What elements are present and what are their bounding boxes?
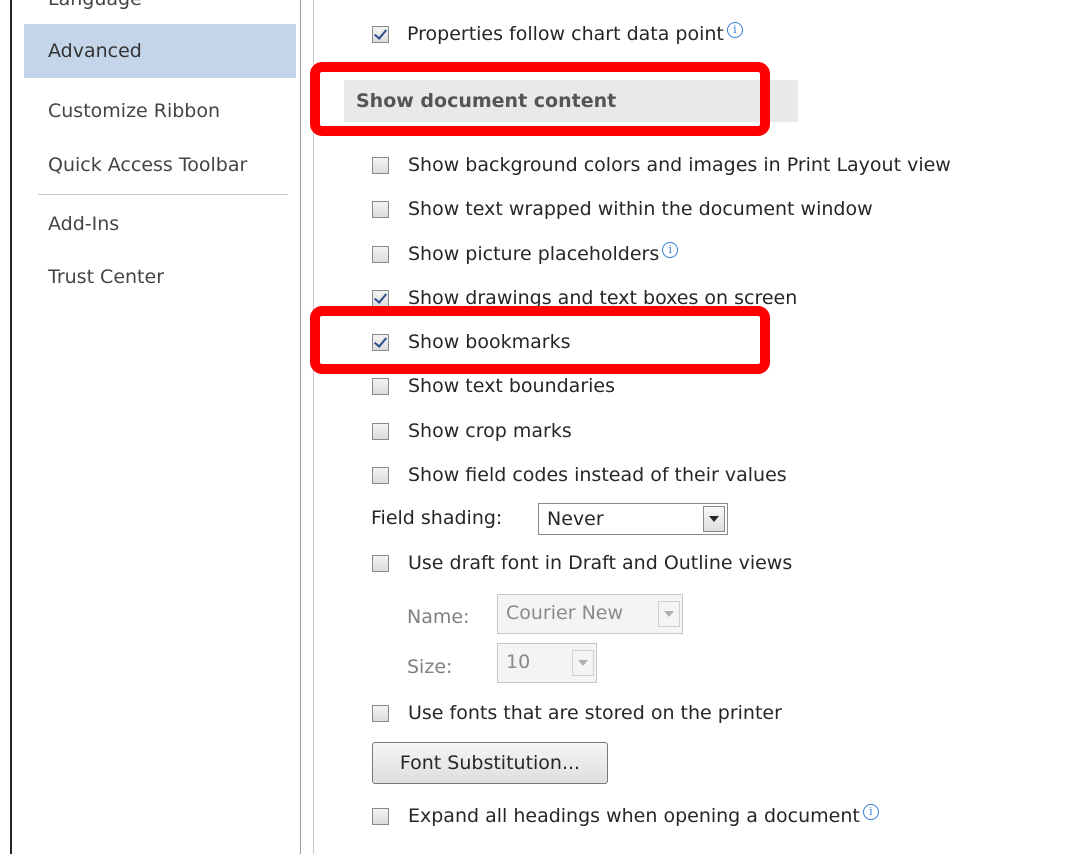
field-shading-select[interactable]: Never [538, 503, 728, 535]
option-show-background-colors[interactable]: Show background colors and images in Pri… [372, 148, 951, 182]
show-field-codes-checkbox[interactable] [372, 466, 389, 484]
sidebar-divider [300, 0, 301, 854]
show-drawings-checkbox[interactable] [372, 289, 389, 307]
properties-follow-label: Properties follow chart data point [407, 23, 724, 45]
chevron-down-icon[interactable] [703, 506, 725, 532]
expand-headings-checkbox[interactable] [372, 807, 389, 825]
chevron-down-icon[interactable] [658, 601, 680, 627]
sidebar-item-quick-access-toolbar[interactable]: Quick Access Toolbar [24, 138, 296, 192]
font-substitution-button[interactable]: Font Substitution... [372, 742, 608, 784]
name-font-value: Courier New [506, 602, 624, 624]
show-background-colors-label: Show background colors and images in Pri… [408, 154, 951, 176]
window-edge-line [10, 0, 12, 854]
option-properties-follow-chart[interactable]: Properties follow chart data point i [372, 17, 743, 51]
option-show-text-wrapped[interactable]: Show text wrapped within the document wi… [372, 192, 873, 226]
info-icon: i [662, 242, 679, 258]
size-font-value: 10 [506, 651, 531, 673]
sidebar-item-trust-center[interactable]: Trust Center [24, 250, 296, 304]
show-crop-marks-checkbox[interactable] [372, 422, 389, 440]
show-text-wrapped-label: Show text wrapped within the document wi… [408, 198, 873, 220]
show-background-colors-checkbox[interactable] [372, 156, 389, 174]
sidebar-item-language-cut[interactable]: Language [24, 0, 296, 14]
highlight-box-section-header [310, 62, 770, 136]
option-show-crop-marks[interactable]: Show crop marks [372, 414, 572, 448]
properties-follow-checkbox[interactable] [372, 25, 389, 43]
show-field-codes-label: Show field codes instead of their values [408, 464, 787, 486]
option-use-printer-fonts[interactable]: Use fonts that are stored on the printer [372, 696, 782, 730]
use-printer-fonts-label: Use fonts that are stored on the printer [408, 702, 782, 724]
show-picture-placeholders-checkbox[interactable] [372, 245, 389, 263]
highlight-box-show-bookmarks [310, 306, 770, 374]
info-icon: i [726, 22, 743, 38]
option-show-field-codes[interactable]: Show field codes instead of their values [372, 458, 787, 492]
show-text-boundaries-label: Show text boundaries [408, 375, 615, 397]
field-shading-label: Field shading: [371, 507, 503, 529]
option-use-draft-font[interactable]: Use draft font in Draft and Outline view… [372, 546, 792, 580]
name-font-select[interactable]: Courier New [497, 594, 683, 634]
sidebar-item-add-ins[interactable]: Add-Ins [24, 197, 296, 251]
field-shading-value: Never [547, 508, 604, 530]
chevron-down-icon[interactable] [572, 650, 594, 676]
sidebar-separator [38, 194, 288, 195]
use-draft-font-checkbox[interactable] [372, 554, 389, 572]
show-crop-marks-label: Show crop marks [408, 420, 572, 442]
sidebar-item-customize-ribbon[interactable]: Customize Ribbon [24, 84, 296, 138]
use-printer-fonts-checkbox[interactable] [372, 704, 389, 722]
word-options-window: Language Advanced Customize Ribbon Quick… [0, 0, 1081, 854]
size-label: Size: [407, 656, 453, 678]
show-picture-placeholders-label: Show picture placeholders [408, 243, 660, 265]
info-icon: i [862, 804, 879, 820]
option-show-text-boundaries[interactable]: Show text boundaries [372, 369, 615, 403]
option-show-picture-placeholders[interactable]: Show picture placeholders i [372, 237, 679, 271]
sidebar-item-advanced[interactable]: Advanced [24, 24, 296, 78]
use-draft-font-label: Use draft font in Draft and Outline view… [408, 552, 793, 574]
name-label: Name: [407, 606, 470, 628]
show-text-wrapped-checkbox[interactable] [372, 200, 389, 218]
options-content: Properties follow chart data point i Sho… [310, 0, 1081, 854]
size-font-select[interactable]: 10 [497, 643, 597, 683]
option-expand-all-headings[interactable]: Expand all headings when opening a docum… [372, 799, 879, 833]
expand-headings-label: Expand all headings when opening a docum… [408, 805, 860, 827]
show-text-boundaries-checkbox[interactable] [372, 377, 389, 395]
